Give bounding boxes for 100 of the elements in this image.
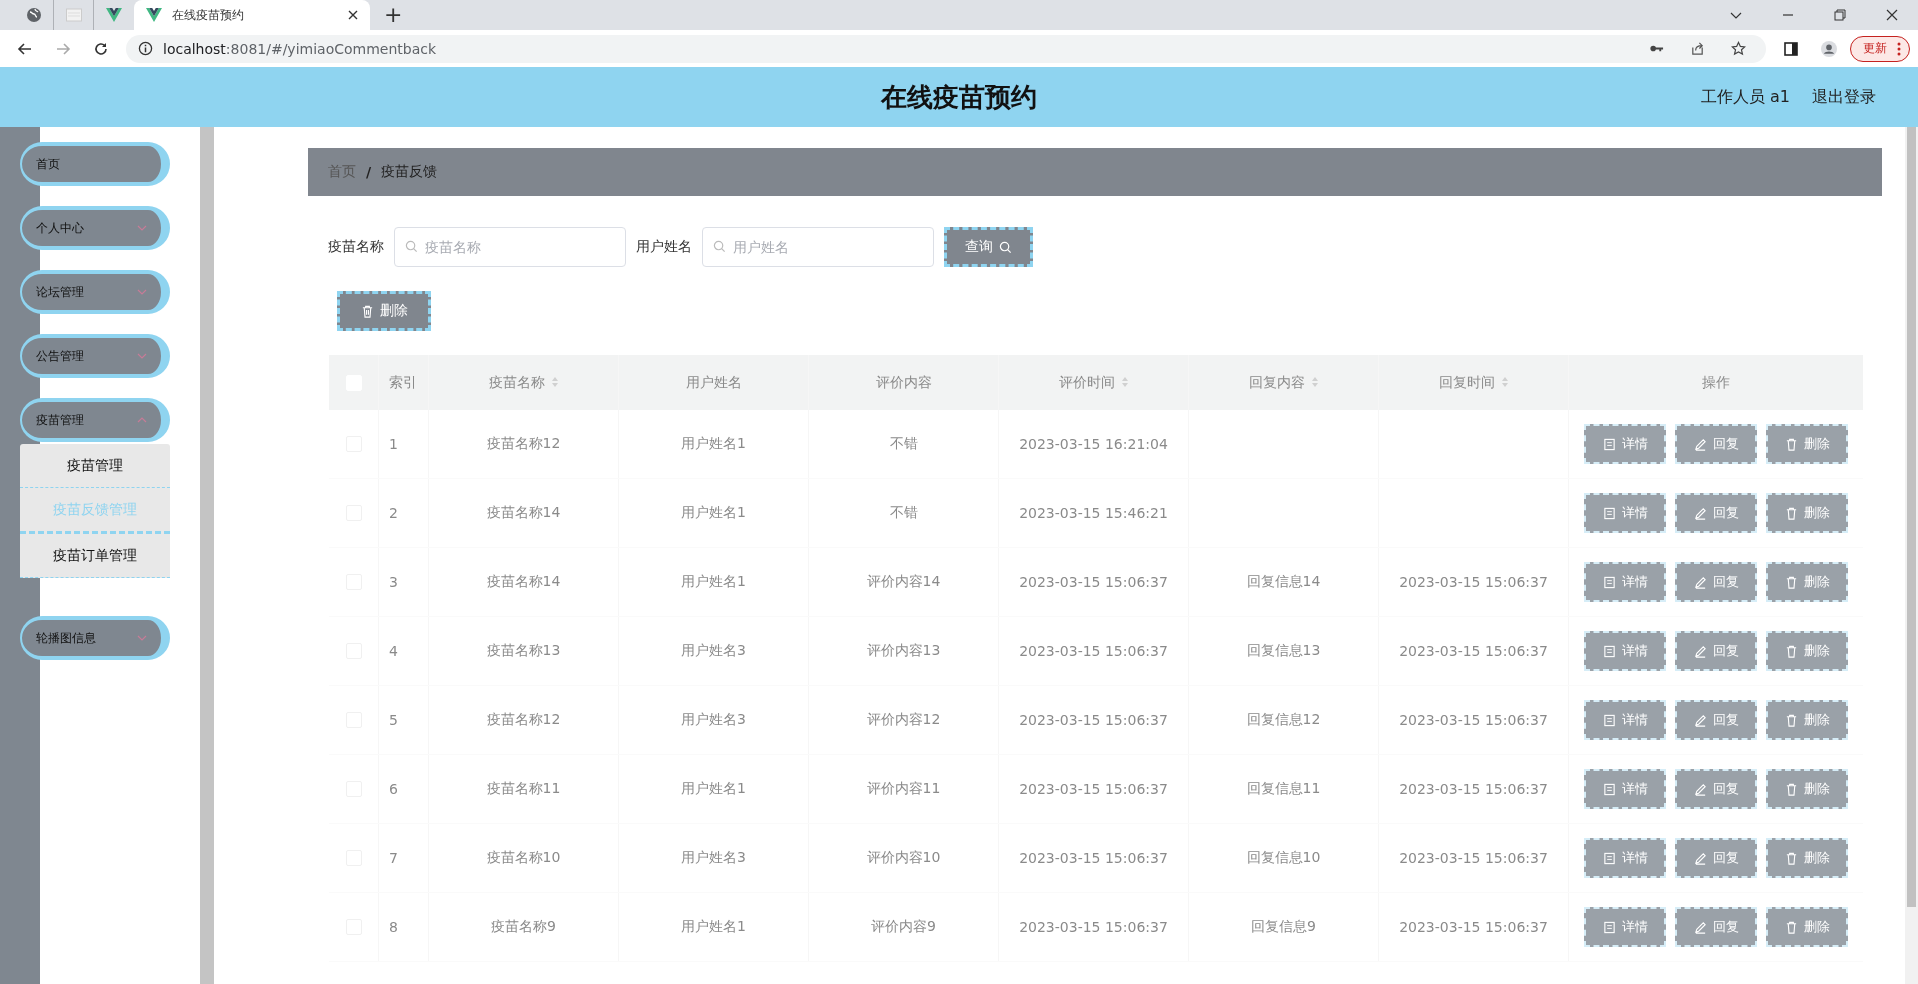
address-bar[interactable]: localhost:8081/#/yimiaoCommentback (126, 34, 1766, 63)
table-cell: 回复信息14 (1246, 573, 1321, 591)
table-cell: 用户姓名1 (681, 780, 746, 798)
close-icon[interactable] (1886, 9, 1898, 21)
scroll-thumb[interactable] (1907, 127, 1916, 907)
document-icon (1602, 920, 1616, 934)
row-action-button[interactable]: 详情 (1584, 424, 1666, 464)
menu-item[interactable]: 疫苗管理 (20, 398, 170, 442)
delete-button[interactable]: 删除 (337, 291, 431, 331)
sort-icon[interactable] (1500, 375, 1509, 388)
table-cell: 不错 (889, 435, 918, 453)
column-header[interactable]: 疫苗名称 (488, 373, 559, 392)
document-icon (1602, 575, 1616, 589)
row-action-button[interactable]: 回复 (1675, 700, 1757, 740)
field-label: 疫苗名称 (328, 238, 384, 256)
sort-icon[interactable] (550, 375, 559, 388)
row-action-button[interactable]: 回复 (1675, 769, 1757, 809)
new-tab-button[interactable]: + (370, 0, 417, 30)
column-header[interactable]: 回复时间 (1438, 373, 1509, 392)
sort-icon[interactable] (1310, 375, 1319, 388)
row-action-button[interactable]: 删除 (1766, 631, 1848, 671)
row-action-button[interactable]: 回复 (1675, 562, 1757, 602)
table-cell: 用户姓名3 (681, 711, 746, 729)
column-header[interactable]: 回复内容 (1248, 373, 1319, 392)
table-cell: 疫苗名称14 (486, 504, 561, 522)
menu-item[interactable]: 首页 (20, 142, 170, 186)
share-icon[interactable] (1690, 41, 1705, 56)
restore-icon[interactable] (1834, 9, 1846, 21)
table-cell: 7 (389, 850, 398, 866)
scrollbar[interactable] (1905, 127, 1918, 984)
row-action-button[interactable]: 详情 (1584, 631, 1666, 671)
trash-icon (1784, 437, 1798, 451)
row-action-button[interactable]: 删除 (1766, 907, 1848, 947)
search-field[interactable]: 用户姓名 (702, 227, 934, 267)
search-field[interactable]: 疫苗名称 (394, 227, 626, 267)
menu-item[interactable]: 个人中心 (20, 206, 170, 250)
user-label: 工作人员 a1 (1700, 86, 1790, 108)
back-icon[interactable] (17, 40, 33, 57)
menu-item[interactable]: 论坛管理 (20, 270, 170, 314)
row-action-button[interactable]: 详情 (1584, 562, 1666, 602)
table-cell: 2023-03-15 15:06:37 (1399, 781, 1548, 797)
row-action-button[interactable]: 详情 (1584, 907, 1666, 947)
menu-item[interactable]: 轮播图信息 (20, 616, 170, 660)
table-cell: 疫苗名称14 (486, 573, 561, 591)
pencil-icon (1693, 437, 1707, 451)
logout-link[interactable]: 退出登录 (1812, 86, 1876, 108)
star-icon[interactable] (1731, 41, 1746, 56)
browser-tab[interactable]: 在线疫苗预约 (134, 0, 370, 30)
row-action-button[interactable]: 详情 (1584, 769, 1666, 809)
close-icon[interactable] (348, 10, 358, 20)
table-cell: 2023-03-15 15:06:37 (1019, 919, 1168, 935)
trash-icon (360, 304, 374, 318)
table-cell: 2 (389, 505, 398, 521)
row-action-button[interactable]: 删除 (1766, 562, 1848, 602)
forward-icon[interactable] (55, 40, 71, 57)
submenu-item[interactable]: 疫苗订单管理 (20, 534, 170, 578)
menu-item[interactable]: 公告管理 (20, 334, 170, 378)
pencil-icon (1693, 644, 1707, 658)
row-action-button[interactable]: 删除 (1766, 493, 1848, 533)
table-cell: 疫苗名称11 (486, 780, 561, 798)
sort-icon[interactable] (1120, 375, 1129, 388)
chevron-icon (137, 353, 147, 359)
row-action-button[interactable]: 详情 (1584, 493, 1666, 533)
url-text: localhost:8081/#/yimiaoCommentback (163, 40, 437, 57)
row-action-button[interactable]: 详情 (1584, 838, 1666, 878)
update-button[interactable]: 更新 (1850, 35, 1910, 62)
table-cell: 1 (389, 436, 398, 452)
submenu-item[interactable]: 疫苗反馈管理 (20, 488, 170, 534)
table-cell: 用户姓名3 (681, 642, 746, 660)
column-header[interactable]: 评价时间 (1058, 373, 1129, 392)
table-cell: 回复信息10 (1246, 849, 1321, 867)
reload-icon[interactable] (93, 40, 109, 57)
globe-icon (25, 7, 42, 23)
profile-icon[interactable] (1821, 40, 1837, 57)
breadcrumb-link[interactable]: 疫苗反馈 (381, 163, 438, 181)
chevron-icon (137, 635, 147, 641)
row-action-button[interactable]: 回复 (1675, 493, 1757, 533)
table-cell: 2023-03-15 15:06:37 (1019, 781, 1168, 797)
document-icon (1602, 644, 1616, 658)
row-action-button[interactable]: 删除 (1766, 424, 1848, 464)
row-action-button[interactable]: 删除 (1766, 769, 1848, 809)
side-panel-icon[interactable] (1783, 40, 1799, 57)
submenu-item[interactable]: 疫苗管理 (20, 444, 170, 488)
row-action-button[interactable]: 回复 (1675, 907, 1757, 947)
table-cell: 疫苗名称12 (486, 711, 561, 729)
tab-title: 在线疫苗预约 (172, 6, 245, 24)
row-action-button[interactable]: 回复 (1675, 424, 1757, 464)
row-action-button[interactable]: 详情 (1584, 700, 1666, 740)
row-action-button[interactable]: 回复 (1675, 631, 1757, 671)
table-cell: 回复信息9 (1251, 918, 1316, 936)
table-cell: 疫苗名称9 (491, 918, 556, 936)
row-action-button[interactable]: 回复 (1675, 838, 1757, 878)
trash-icon (1784, 920, 1798, 934)
table-cell: 回复信息13 (1246, 642, 1321, 660)
query-button[interactable]: 查询 (944, 227, 1033, 267)
table-cell: 回复信息12 (1246, 711, 1321, 729)
row-action-button[interactable]: 删除 (1766, 700, 1848, 740)
table-cell: 3 (389, 574, 398, 590)
table-cell: 评价内容13 (866, 642, 941, 660)
row-action-button[interactable]: 删除 (1766, 838, 1848, 878)
